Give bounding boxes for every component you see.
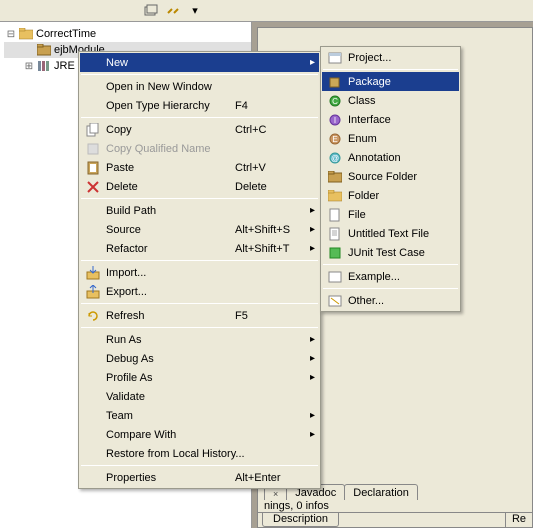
collapse-all-icon[interactable]: [142, 2, 160, 20]
svg-text:C: C: [332, 97, 338, 106]
menu-copy[interactable]: CopyCtrl+C: [80, 120, 319, 139]
link-editor-icon[interactable]: [164, 2, 182, 20]
svg-text:E: E: [332, 135, 337, 144]
junit-icon: [324, 245, 346, 261]
example-icon: [324, 269, 346, 285]
copy-qualified-icon: [82, 141, 104, 157]
file-icon: [324, 207, 346, 223]
menu-profile-as[interactable]: Profile As: [80, 368, 319, 387]
import-icon: [82, 265, 104, 281]
svg-text:I: I: [334, 116, 336, 125]
expand-toggle-icon[interactable]: ⊞: [22, 61, 36, 72]
wizard-icon: [324, 293, 346, 309]
menu-validate[interactable]: Validate: [80, 387, 319, 406]
menu-new-interface[interactable]: I Interface: [322, 110, 459, 129]
menu-new-junit[interactable]: JUnit Test Case: [322, 243, 459, 262]
project-icon: [18, 27, 34, 41]
menu-compare-with[interactable]: Compare With: [80, 425, 319, 444]
menu-new-folder[interactable]: Folder: [322, 186, 459, 205]
menu-new-annotation[interactable]: @ Annotation: [322, 148, 459, 167]
menu-debug-as[interactable]: Debug As: [80, 349, 319, 368]
library-icon: [36, 59, 52, 73]
menu-new[interactable]: New: [80, 53, 319, 72]
export-icon: [82, 284, 104, 300]
menu-new-source-folder[interactable]: Source Folder: [322, 167, 459, 186]
tree-node-project[interactable]: ⊟ CorrectTime: [4, 26, 251, 42]
source-folder-icon: [36, 43, 52, 57]
new-submenu: Project... Package C Class I Interface E…: [320, 46, 461, 312]
menu-refactor[interactable]: RefactorAlt+Shift+T: [80, 239, 319, 258]
tree-label: JRE: [54, 60, 75, 72]
menu-open-new-window[interactable]: Open in New Window: [80, 77, 319, 96]
folder-icon: [324, 188, 346, 204]
menu-open-type-hierarchy[interactable]: Open Type HierarchyF4: [80, 96, 319, 115]
menu-run-as[interactable]: Run As: [80, 330, 319, 349]
tab-declaration[interactable]: Declaration: [344, 484, 418, 501]
refresh-icon: [82, 308, 104, 324]
copy-icon: [82, 122, 104, 138]
menu-import[interactable]: Import...: [80, 263, 319, 282]
menu-new-file[interactable]: File: [322, 205, 459, 224]
svg-text:@: @: [331, 154, 339, 163]
class-icon: C: [324, 93, 346, 109]
enum-icon: E: [324, 131, 346, 147]
menu-new-untitled-text[interactable]: Untitled Text File: [322, 224, 459, 243]
toolbar: ▾: [0, 0, 533, 22]
menu-new-example[interactable]: Example...: [322, 267, 459, 286]
package-icon: [324, 74, 346, 90]
blank-icon: [82, 55, 104, 71]
context-menu: New Open in New Window Open Type Hierarc…: [78, 51, 321, 489]
menu-restore-history[interactable]: Restore from Local History...: [80, 444, 319, 463]
project-icon: [324, 50, 346, 66]
menu-export[interactable]: Export...: [80, 282, 319, 301]
menu-copy-qualified: Copy Qualified Name: [80, 139, 319, 158]
expand-toggle-icon[interactable]: ⊟: [4, 29, 18, 40]
menu-source[interactable]: SourceAlt+Shift+S: [80, 220, 319, 239]
source-folder-icon: [324, 169, 346, 185]
menu-paste[interactable]: PasteCtrl+V: [80, 158, 319, 177]
delete-icon: [82, 179, 104, 195]
text-file-icon: [324, 226, 346, 242]
menu-build-path[interactable]: Build Path: [80, 201, 319, 220]
menu-new-package[interactable]: Package: [322, 72, 459, 91]
close-icon[interactable]: ×: [273, 489, 278, 499]
menu-properties[interactable]: PropertiesAlt+Enter: [80, 468, 319, 487]
view-menu-icon[interactable]: ▾: [186, 2, 204, 20]
tree-label: CorrectTime: [36, 28, 96, 40]
column-description[interactable]: Description: [262, 513, 339, 527]
menu-delete[interactable]: DeleteDelete: [80, 177, 319, 196]
menu-team[interactable]: Team: [80, 406, 319, 425]
annotation-icon: @: [324, 150, 346, 166]
menu-new-class[interactable]: C Class: [322, 91, 459, 110]
menu-refresh[interactable]: RefreshF5: [80, 306, 319, 325]
menu-new-enum[interactable]: E Enum: [322, 129, 459, 148]
menu-new-project[interactable]: Project...: [322, 48, 459, 67]
interface-icon: I: [324, 112, 346, 128]
paste-icon: [82, 160, 104, 176]
column-resource[interactable]: Re: [505, 513, 532, 527]
menu-new-other[interactable]: Other...: [322, 291, 459, 310]
